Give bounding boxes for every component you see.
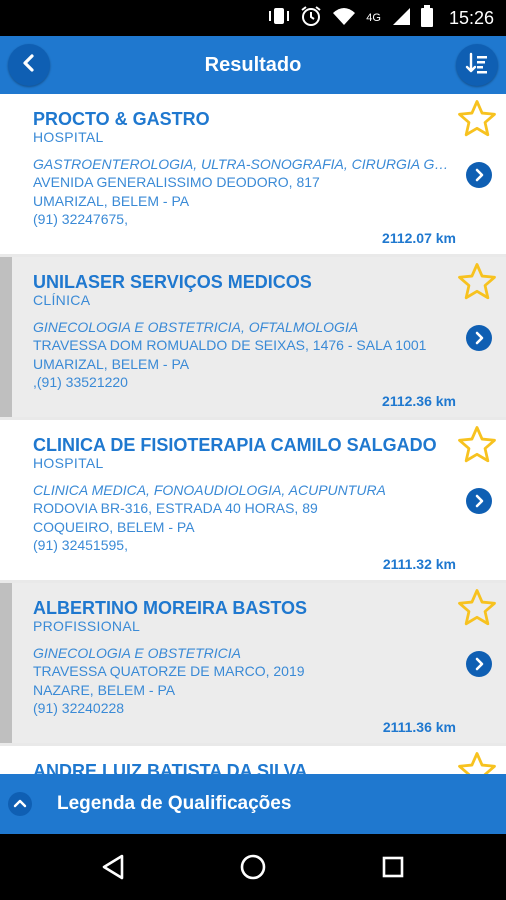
result-address: RODOVIA BR-316, ESTRADA 40 HORAS, 89	[33, 500, 318, 516]
result-type: PROFISSIONAL	[33, 618, 141, 634]
back-button[interactable]	[8, 44, 50, 86]
status-bar: 4G 15:26	[0, 0, 506, 36]
result-phone: (91) 32240228	[33, 700, 125, 716]
sort-icon	[465, 51, 489, 80]
result-name: ALBERTINO MOREIRA BASTOS	[33, 598, 308, 618]
result-type: HOSPITAL	[33, 129, 104, 145]
result-specialties: GASTROENTEROLOGIA, ULTRA-SONOGRAFIA, CIR…	[33, 156, 453, 172]
favorite-star-icon[interactable]	[456, 750, 498, 774]
result-city: NAZARE, BELEM - PA	[33, 682, 176, 698]
details-chevron-icon[interactable]	[466, 488, 492, 514]
favorite-star-icon[interactable]	[456, 261, 498, 303]
chevron-up-icon[interactable]	[8, 792, 32, 816]
result-phone: (91) 32451595,	[33, 537, 128, 553]
result-name: CLINICA DE FISIOTERAPIA CAMILO SALGADO	[33, 435, 437, 455]
wifi-icon	[332, 6, 356, 31]
back-triangle-icon[interactable]	[96, 850, 130, 884]
result-name: PROCTO & GASTRO	[33, 109, 210, 129]
result-address: AVENIDA GENERALISSIMO DEODORO, 817	[33, 174, 320, 190]
app-bar: Resultado	[0, 36, 506, 94]
result-address: TRAVESSA DOM ROMUALDO DE SEIXAS, 1476 - …	[33, 337, 427, 353]
vibrate-icon	[268, 6, 290, 31]
result-card[interactable]: ALBERTINO MOREIRA BASTOS PROFISSIONAL GI…	[0, 583, 506, 743]
result-card[interactable]: ANDRE LUIZ BATISTA DA SILVA	[0, 746, 506, 774]
home-circle-icon[interactable]	[236, 850, 270, 884]
status-time: 15:26	[448, 7, 494, 28]
result-card[interactable]: PROCTO & GASTRO HOSPITAL GASTROENTEROLOG…	[0, 94, 506, 254]
chevron-left-icon	[19, 53, 39, 78]
network-type: 4G	[366, 12, 381, 24]
qualifications-legend-bar[interactable]: Legenda de Qualificações	[0, 774, 506, 834]
favorite-star-icon[interactable]	[456, 587, 498, 629]
result-type: HOSPITAL	[33, 455, 104, 471]
result-city: COQUEIRO, BELEM - PA	[33, 519, 195, 535]
result-name: UNILASER SERVIÇOS MEDICOS	[33, 272, 312, 292]
result-distance: 2112.07 km	[382, 230, 456, 246]
result-city: UMARIZAL, BELEM - PA	[33, 193, 190, 209]
legend-label: Legenda de Qualificações	[57, 793, 292, 814]
details-chevron-icon[interactable]	[466, 325, 492, 351]
result-specialties: CLINICA MEDICA, FONOAUDIOLOGIA, ACUPUNTU…	[33, 482, 386, 498]
result-specialties: GINECOLOGIA E OBSTETRICIA, OFTALMOLOGIA	[33, 319, 359, 335]
result-address: TRAVESSA QUATORZE DE MARCO, 2019	[33, 663, 305, 679]
result-type: CLÍNICA	[33, 292, 91, 308]
sort-button[interactable]	[456, 44, 498, 86]
favorite-star-icon[interactable]	[456, 98, 498, 140]
result-distance: 2112.36 km	[382, 393, 456, 409]
result-specialties: GINECOLOGIA E OBSTETRICIA	[33, 645, 241, 661]
favorite-star-icon[interactable]	[456, 424, 498, 466]
results-list[interactable]: PROCTO & GASTRO HOSPITAL GASTROENTEROLOG…	[0, 94, 506, 774]
result-distance: 2111.32 km	[382, 556, 456, 572]
alarm-icon	[300, 5, 322, 32]
signal-icon	[391, 6, 411, 31]
result-distance: 2111.36 km	[382, 719, 456, 735]
result-phone: (91) 32247675,	[33, 211, 128, 227]
result-card[interactable]: UNILASER SERVIÇOS MEDICOS CLÍNICA GINECO…	[0, 257, 506, 417]
recents-square-icon[interactable]	[376, 850, 410, 884]
result-card[interactable]: CLINICA DE FISIOTERAPIA CAMILO SALGADO H…	[0, 420, 506, 580]
page-title: Resultado	[204, 54, 302, 76]
result-city: UMARIZAL, BELEM - PA	[33, 356, 190, 372]
battery-icon	[420, 4, 433, 32]
system-nav-bar	[0, 834, 506, 900]
result-phone: ,(91) 33521220	[33, 374, 128, 390]
details-chevron-icon[interactable]	[466, 651, 492, 677]
result-name: ANDRE LUIZ BATISTA DA SILVA	[33, 761, 308, 774]
details-chevron-icon[interactable]	[466, 162, 492, 188]
